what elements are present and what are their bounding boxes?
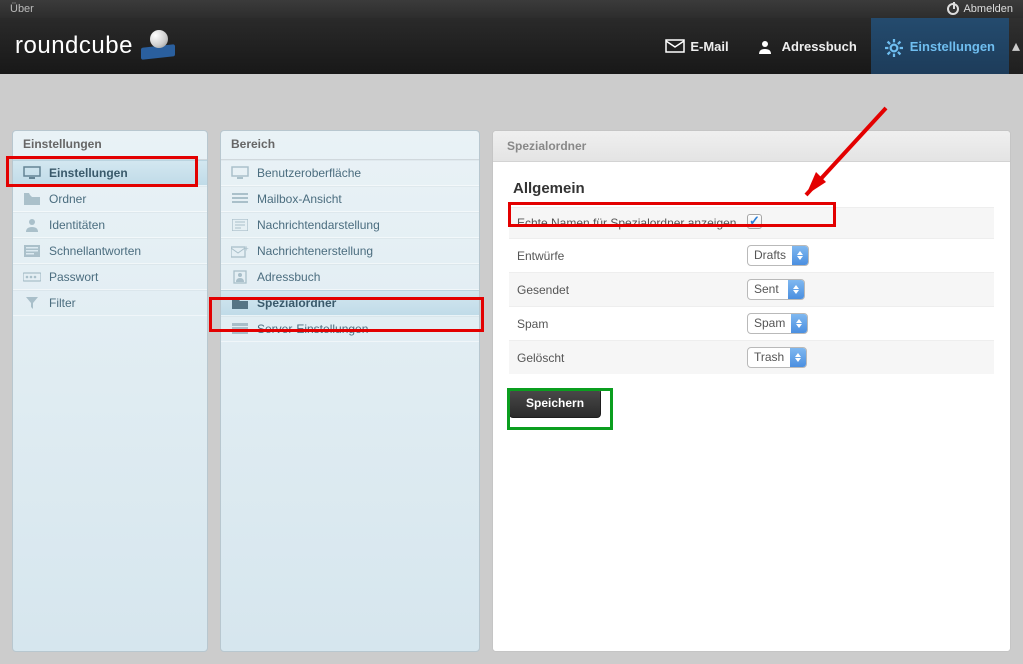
nav-addressbook-label: Adressbuch: [782, 39, 857, 54]
sent-select[interactable]: Sent: [747, 279, 805, 300]
row-spam: Spam Spam: [509, 306, 994, 340]
content-panel: Spezialordner Allgemein Echte Namen für …: [492, 130, 1011, 652]
nav-mail-label: E-Mail: [690, 39, 728, 54]
envelope-icon: [665, 39, 683, 53]
list-item-label: Identitäten: [49, 218, 105, 232]
section-heading: Allgemein: [509, 174, 994, 207]
nav-addressbook[interactable]: Adressbuch: [743, 18, 871, 74]
message-icon: [231, 218, 249, 232]
addressbook-icon: [231, 270, 249, 284]
funnel-icon: [23, 296, 41, 310]
sections-panel: Bereich Benutzeroberfläche Mailbox-Ansic…: [220, 130, 480, 652]
spam-select-value: Spam: [748, 314, 791, 333]
drafts-label: Entwürfe: [517, 249, 747, 263]
identity-icon: [23, 218, 41, 232]
settings-item-schnellantworten[interactable]: Schnellantworten: [13, 238, 207, 264]
app-logo: roundcube: [15, 32, 175, 60]
top-navigation: E-Mail Adressbuch Einstellungen ▴: [651, 18, 1023, 74]
list-item-label: Nachrichtenerstellung: [257, 244, 373, 258]
list-icon: [231, 192, 249, 206]
drafts-select[interactable]: Drafts: [747, 245, 809, 266]
save-button[interactable]: Speichern: [509, 388, 601, 418]
row-drafts: Entwürfe Drafts: [509, 238, 994, 272]
nav-settings-label: Einstellungen: [910, 39, 995, 54]
logout-link[interactable]: Abmelden: [947, 3, 1013, 15]
list-item-label: Adressbuch: [257, 270, 320, 284]
settings-panel: Einstellungen Einstellungen Ordner Ident…: [12, 130, 208, 652]
list-item-label: Server-Einstellungen: [257, 322, 368, 336]
sent-select-value: Sent: [748, 280, 788, 299]
list-item-label: Spezialordner: [257, 296, 336, 310]
section-item-msgcompose[interactable]: + Nachrichtenerstellung: [221, 238, 479, 264]
nav-settings[interactable]: Einstellungen: [871, 18, 1009, 74]
list-item-label: Passwort: [49, 270, 98, 284]
workspace: Einstellungen Einstellungen Ordner Ident…: [12, 130, 1011, 652]
settings-list: Einstellungen Ordner Identitäten Schnell…: [13, 160, 207, 316]
real-names-label: Echte Namen für Spezialordner anzeigen: [517, 216, 747, 230]
roundcube-logo-icon: [141, 34, 175, 58]
list-item-label: Benutzeroberfläche: [257, 166, 361, 180]
folder-icon: [23, 192, 41, 206]
row-real-names: Echte Namen für Spezialordner anzeigen: [509, 207, 994, 238]
settings-item-passwort[interactable]: Passwort: [13, 264, 207, 290]
trash-select-value: Trash: [748, 348, 790, 367]
nav-mail[interactable]: E-Mail: [651, 18, 742, 74]
compose-icon: +: [231, 244, 249, 258]
password-icon: [23, 270, 41, 284]
list-item-label: Filter: [49, 296, 76, 310]
row-trash: Gelöscht Trash: [509, 340, 994, 374]
server-icon: [231, 322, 249, 336]
list-item-label: Ordner: [49, 192, 86, 206]
trash-select[interactable]: Trash: [747, 347, 807, 368]
settings-item-identitaeten[interactable]: Identitäten: [13, 212, 207, 238]
list-item-label: Nachrichtendarstellung: [257, 218, 380, 232]
content-panel-title: Spezialordner: [493, 131, 1010, 162]
list-item-label: Einstellungen: [49, 166, 128, 180]
about-link[interactable]: Über: [10, 3, 34, 15]
section-item-msgdisplay[interactable]: Nachrichtendarstellung: [221, 212, 479, 238]
content-body: Allgemein Echte Namen für Spezialordner …: [493, 162, 1010, 651]
section-item-addressbook[interactable]: Adressbuch: [221, 264, 479, 290]
sections-panel-title: Bereich: [221, 131, 479, 160]
gear-icon: [885, 39, 903, 53]
section-item-specialfolders[interactable]: Spezialordner: [221, 290, 479, 316]
monitor-icon: [231, 166, 249, 180]
list-item-label: Schnellantworten: [49, 244, 141, 258]
settings-item-filter[interactable]: Filter: [13, 290, 207, 316]
settings-item-ordner[interactable]: Ordner: [13, 186, 207, 212]
real-names-checkbox[interactable]: [747, 214, 762, 229]
select-arrows-icon: [791, 314, 807, 333]
person-icon: [757, 39, 775, 53]
folder-icon: [231, 296, 249, 310]
svg-text:+: +: [244, 245, 249, 253]
app-header: roundcube E-Mail Adressbuch Einstellunge…: [0, 18, 1023, 74]
spam-select[interactable]: Spam: [747, 313, 808, 334]
utility-bar: Über Abmelden: [0, 0, 1023, 18]
settings-panel-title: Einstellungen: [13, 131, 207, 160]
responses-icon: [23, 244, 41, 258]
sections-list: Benutzeroberfläche Mailbox-Ansicht Nachr…: [221, 160, 479, 342]
trash-label: Gelöscht: [517, 351, 747, 365]
select-arrows-icon: [790, 348, 806, 367]
list-item-label: Mailbox-Ansicht: [257, 192, 342, 206]
drafts-select-value: Drafts: [748, 246, 792, 265]
section-item-ui[interactable]: Benutzeroberfläche: [221, 160, 479, 186]
section-item-mailbox[interactable]: Mailbox-Ansicht: [221, 186, 479, 212]
power-icon: [947, 3, 959, 15]
settings-item-einstellungen[interactable]: Einstellungen: [13, 160, 207, 186]
select-arrows-icon: [792, 246, 808, 265]
sent-label: Gesendet: [517, 283, 747, 297]
logout-label: Abmelden: [963, 3, 1013, 15]
row-sent: Gesendet Sent: [509, 272, 994, 306]
nav-settings-caret[interactable]: ▴: [1009, 18, 1023, 74]
section-item-server[interactable]: Server-Einstellungen: [221, 316, 479, 342]
app-name: roundcube: [15, 32, 133, 60]
spam-label: Spam: [517, 317, 747, 331]
select-arrows-icon: [788, 280, 804, 299]
monitor-icon: [23, 166, 41, 180]
